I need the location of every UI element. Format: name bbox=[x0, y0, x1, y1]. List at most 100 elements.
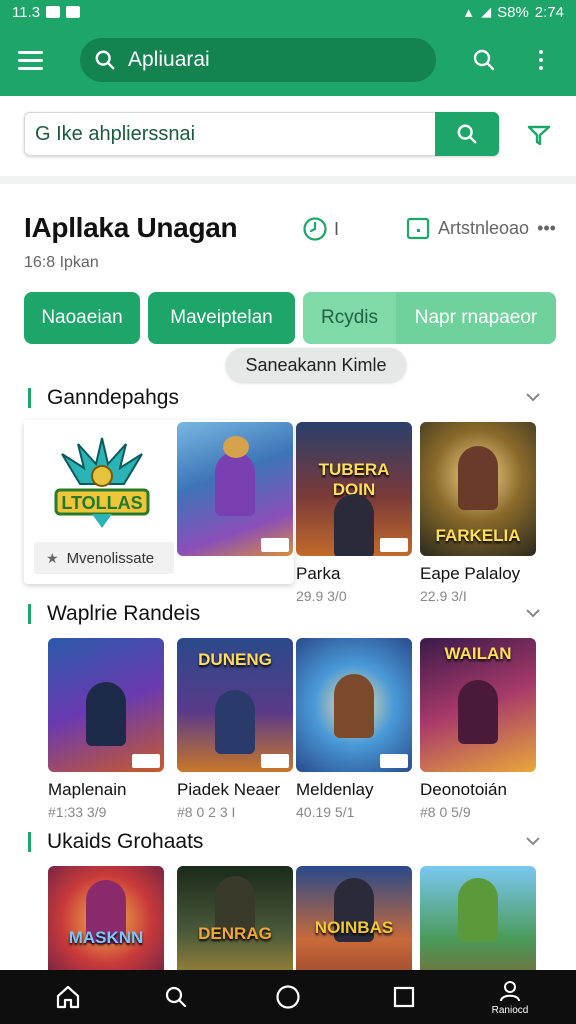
game-title: Meldenlay bbox=[296, 780, 374, 799]
section-header[interactable]: Ukaids Grohaats bbox=[24, 824, 556, 860]
section-ukaids-grohaats: Ukaids Grohaats MASKNN DENRAG NOINBAS bbox=[24, 824, 556, 1000]
filter-button[interactable] bbox=[524, 122, 554, 148]
search-icon bbox=[473, 49, 495, 71]
game-stat: 40.19 5/1 bbox=[296, 804, 355, 820]
search-button[interactable] bbox=[435, 112, 499, 156]
signal-icon: ◢ bbox=[481, 4, 492, 19]
more-vert-icon[interactable] bbox=[526, 42, 556, 78]
section-title: Ukaids Grohaats bbox=[47, 830, 204, 853]
search-input[interactable] bbox=[25, 114, 425, 154]
game-stat: #8 0 2 3 I bbox=[177, 804, 236, 820]
game-logo-text: LTOLLAS bbox=[61, 493, 142, 513]
section-accent-bar bbox=[28, 832, 31, 852]
wifi-icon: ▲ bbox=[462, 4, 476, 20]
game-thumbnail bbox=[48, 638, 164, 772]
game-art-title: DUNENG bbox=[198, 650, 272, 669]
category-chip[interactable]: ★ Mvenolissate bbox=[34, 542, 174, 574]
category-tabs: Naoaeian Maveiptelan Rcydis Napr rnapaeo… bbox=[24, 292, 556, 344]
game-art-title: MASKNN bbox=[68, 928, 144, 947]
section-ganndepahgs: Ganndepahgs LTOLLAS ★ Mvenolissate TUBER… bbox=[24, 380, 556, 604]
section-header[interactable]: Waplrie Randeis bbox=[24, 596, 556, 632]
page-subtitle: 16:8 Ipkan bbox=[24, 254, 99, 271]
app-root: 11.3 ▲ ◢ S8% 2:74 Apliuarai G Ike ahplie… bbox=[0, 0, 576, 1024]
tab-group-right: Rcydis Napr rnapaeor bbox=[303, 292, 556, 344]
game-title: Maplenain bbox=[48, 780, 127, 799]
game-card[interactable] bbox=[177, 422, 293, 556]
game-art-title: FARKELIA bbox=[435, 526, 521, 545]
status-bar: 11.3 ▲ ◢ S8% 2:74 bbox=[0, 0, 576, 24]
game-card[interactable]: Maplenain #1:33 3/9 bbox=[48, 638, 164, 820]
game-stat: #1:33 3/9 bbox=[48, 804, 107, 820]
game-thumbnail bbox=[177, 422, 293, 556]
game-title: Deonotoián bbox=[420, 780, 507, 799]
section-title: Waplrie Randeis bbox=[47, 602, 201, 625]
game-art-title: NOINBAS bbox=[314, 918, 394, 937]
artist-button[interactable]: Artstnleoao ••• bbox=[406, 216, 556, 240]
game-title: Parka bbox=[296, 564, 341, 583]
page-title: IApllaka Unagan bbox=[24, 212, 238, 243]
nav-circle-home[interactable] bbox=[258, 970, 318, 1024]
timer-icon bbox=[303, 217, 327, 241]
section-waplrie-randeis: Waplrie Randeis Maplenain #1:33 3/9 DUNE… bbox=[24, 596, 556, 820]
app-bar: Apliuarai bbox=[0, 24, 576, 96]
top-search-field[interactable]: Apliuarai bbox=[80, 38, 436, 82]
star-icon: ★ bbox=[46, 549, 59, 566]
section-header[interactable]: Ganndepahgs bbox=[24, 380, 556, 416]
bottom-navigation: Raniocd bbox=[0, 970, 576, 1024]
game-art-title: WAILAN bbox=[444, 644, 512, 663]
chevron-down-icon[interactable] bbox=[524, 388, 542, 406]
profile-icon bbox=[500, 980, 520, 1001]
section-title: Ganndepahgs bbox=[47, 386, 179, 409]
chevron-down-icon[interactable] bbox=[524, 604, 542, 622]
tab-napr-rnapaeor[interactable]: Napr rnapaeor bbox=[396, 292, 556, 344]
tooltip: Saneakann Kimle bbox=[226, 348, 406, 382]
game-stat: #8 0 5/9 bbox=[420, 804, 471, 820]
tab-maveiptelan[interactable]: Maveiptelan bbox=[148, 292, 295, 344]
square-recents-icon bbox=[393, 986, 415, 1008]
more-horiz-icon: ••• bbox=[537, 217, 556, 238]
nav-search[interactable] bbox=[146, 970, 206, 1024]
appbar-search-button[interactable] bbox=[466, 42, 502, 78]
timer-button[interactable]: I bbox=[302, 216, 339, 242]
nav-home[interactable] bbox=[38, 970, 98, 1024]
artist-label: Artstnleoao bbox=[438, 217, 530, 238]
timer-label: I bbox=[334, 218, 340, 239]
game-title: Eape Palaloy bbox=[420, 564, 521, 583]
status-time-right: 2:74 bbox=[534, 3, 564, 21]
notification-icon bbox=[46, 6, 61, 18]
chip-label: Mvenolissate bbox=[66, 549, 155, 567]
filter-icon bbox=[527, 125, 551, 146]
game-card[interactable]: DUNENG Piadek Neaer #8 0 2 3 I bbox=[177, 638, 293, 820]
game-thumbnail: FARKELIA bbox=[420, 422, 536, 556]
home-icon bbox=[56, 985, 80, 1009]
search-icon bbox=[457, 124, 477, 144]
game-title: Piadek Neaer bbox=[177, 780, 281, 799]
circle-home-icon bbox=[276, 985, 300, 1009]
status-time-left: 11.3 bbox=[12, 3, 41, 21]
game-thumbnail bbox=[296, 638, 412, 772]
image-icon bbox=[66, 6, 81, 18]
nav-recents[interactable] bbox=[374, 970, 434, 1024]
search-icon bbox=[95, 50, 115, 70]
nav-profile-label: Raniocd bbox=[491, 1004, 529, 1016]
tab-naoaeian[interactable]: Naoaeian bbox=[24, 292, 140, 344]
search-row bbox=[0, 96, 576, 176]
section-divider bbox=[0, 176, 576, 184]
game-card[interactable]: WAILAN Deonotoián #8 0 5/9 bbox=[420, 638, 536, 820]
game-art-title: DENRAG bbox=[198, 924, 272, 943]
top-search-value: Apliuarai bbox=[128, 48, 210, 71]
game-card[interactable]: Meldenlay 40.19 5/1 bbox=[296, 638, 412, 820]
game-thumbnail: WAILAN bbox=[420, 638, 536, 772]
search-box bbox=[24, 112, 499, 156]
game-card[interactable]: TUBERA DOIN Parka 29.9 3/0 bbox=[296, 422, 412, 604]
game-logo-icon: LTOLLAS bbox=[54, 437, 150, 528]
chevron-down-icon[interactable] bbox=[524, 832, 542, 850]
section-accent-bar bbox=[28, 388, 31, 408]
section-accent-bar bbox=[28, 604, 31, 624]
tab-rcydis[interactable]: Rcydis bbox=[303, 292, 396, 344]
nav-profile[interactable]: Raniocd bbox=[480, 970, 540, 1024]
game-thumbnail: TUBERA DOIN bbox=[296, 422, 412, 556]
hamburger-menu-icon[interactable] bbox=[18, 40, 58, 80]
game-card[interactable]: FARKELIA Eape Palaloy 22.9 3/I bbox=[420, 422, 536, 604]
battery-percent: S8% bbox=[497, 3, 529, 21]
